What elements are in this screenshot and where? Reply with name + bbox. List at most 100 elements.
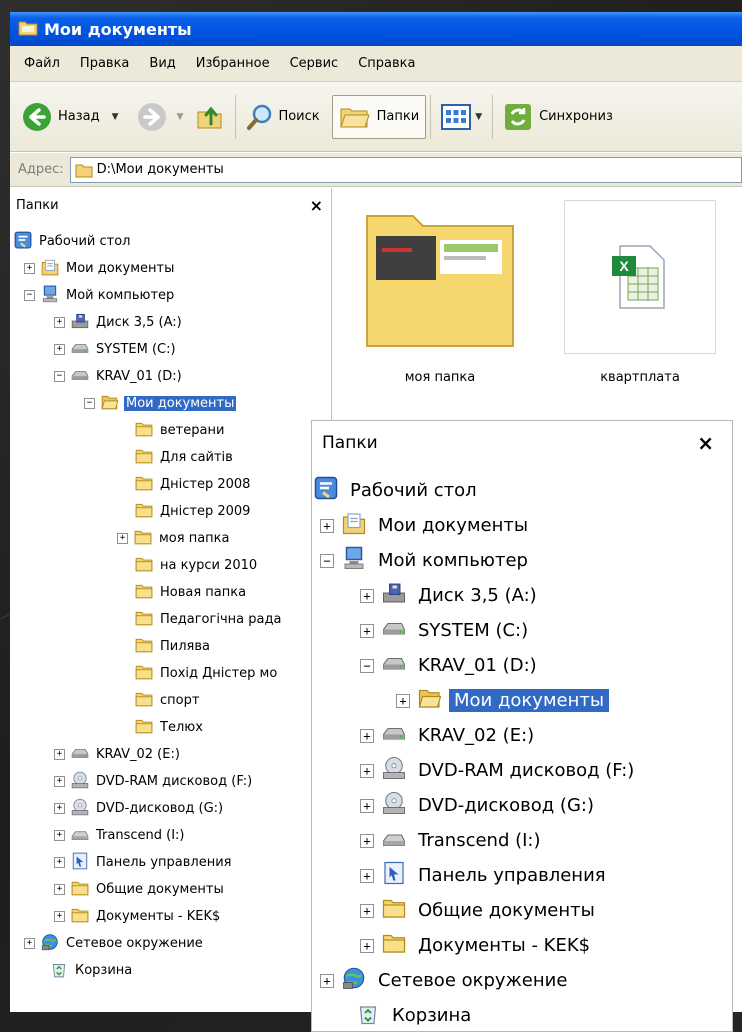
- views-dropdown-icon[interactable]: ▼: [475, 112, 482, 122]
- address-field[interactable]: D:\Мои документы: [69, 156, 742, 183]
- tree-item[interactable]: Дністер 2009: [135, 498, 252, 525]
- expand-icon[interactable]: +: [54, 317, 65, 328]
- tree-item[interactable]: − Мой компьютер: [320, 543, 533, 578]
- tree-item[interactable]: + Мои документы: [24, 255, 176, 282]
- expand-icon[interactable]: +: [54, 344, 65, 355]
- expand-icon[interactable]: +: [320, 973, 334, 988]
- expand-icon[interactable]: +: [24, 263, 35, 274]
- menu-view[interactable]: Вид: [149, 56, 175, 71]
- tree-item[interactable]: + Мои документы: [396, 683, 610, 718]
- tree-item[interactable]: Похід Дністер мо: [135, 660, 279, 687]
- tree-item[interactable]: Корзина: [50, 957, 134, 984]
- file-item-folder[interactable]: моя папка: [355, 200, 525, 385]
- tree-item[interactable]: − KRAV_01 (D:): [360, 648, 542, 683]
- tree-item[interactable]: − KRAV_01 (D:): [54, 363, 184, 390]
- menu-file[interactable]: Файл: [24, 56, 60, 71]
- tree-item[interactable]: + Панель управления: [54, 849, 234, 876]
- tree-item[interactable]: Корзина: [356, 998, 476, 1031]
- up-folder-button[interactable]: [189, 97, 231, 137]
- expand-icon[interactable]: +: [320, 518, 334, 533]
- tree-item[interactable]: Телюх: [135, 714, 205, 741]
- expand-icon[interactable]: +: [360, 623, 374, 638]
- close-icon[interactable]: ×: [310, 196, 323, 215]
- expand-icon[interactable]: +: [54, 911, 65, 922]
- back-button[interactable]: Назад ▼: [16, 97, 125, 137]
- tree-item[interactable]: + Transcend (I:): [360, 823, 546, 858]
- expand-icon[interactable]: +: [360, 728, 374, 743]
- forward-dropdown-icon[interactable]: ▼: [177, 112, 184, 122]
- tree-item[interactable]: Новая папка: [135, 579, 248, 606]
- tree-item[interactable]: + Общие документы: [360, 893, 600, 928]
- expand-icon[interactable]: +: [360, 868, 374, 883]
- tree-item[interactable]: Рабочий стол: [14, 228, 132, 255]
- tree-item[interactable]: + Панель управления: [360, 858, 611, 893]
- tree-item[interactable]: + Transcend (I:): [54, 822, 186, 849]
- menu-tools[interactable]: Сервис: [290, 56, 339, 71]
- tree-item[interactable]: − Мой компьютер: [24, 282, 176, 309]
- excel-file-icon: X: [564, 200, 716, 354]
- search-button[interactable]: Поиск: [240, 97, 325, 137]
- collapse-icon[interactable]: −: [84, 398, 95, 409]
- tree-item[interactable]: Пилява: [135, 633, 212, 660]
- tree-item[interactable]: + Документы - KEK$: [54, 903, 222, 930]
- tree-item[interactable]: + Диск 3,5 (A:): [360, 578, 542, 613]
- expand-icon[interactable]: +: [54, 803, 65, 814]
- collapse-icon[interactable]: −: [360, 658, 374, 673]
- tree-item[interactable]: + SYSTEM (C:): [54, 336, 178, 363]
- tree-item[interactable]: + Диск 3,5 (A:): [54, 309, 184, 336]
- recycle-bin-icon: [50, 960, 68, 982]
- tree-item[interactable]: + Общие документы: [54, 876, 226, 903]
- tree-item[interactable]: + KRAV_02 (E:): [54, 741, 182, 768]
- tree-item[interactable]: + Сетевое окружение: [24, 930, 205, 957]
- expand-icon[interactable]: +: [54, 830, 65, 841]
- expand-icon[interactable]: +: [360, 903, 374, 918]
- close-icon[interactable]: ×: [697, 431, 714, 455]
- tree-item[interactable]: + DVD-дисковод (G:): [54, 795, 225, 822]
- tree-item[interactable]: + Сетевое окружение: [320, 963, 572, 998]
- tree-item[interactable]: Рабочий стол: [314, 473, 482, 508]
- expand-icon[interactable]: +: [54, 749, 65, 760]
- folders-button[interactable]: Папки: [331, 94, 427, 139]
- collapse-icon[interactable]: −: [320, 553, 334, 568]
- tree-item[interactable]: + DVD-RAM дисковод (F:): [360, 753, 639, 788]
- expand-icon[interactable]: +: [54, 776, 65, 787]
- tree-item[interactable]: + Мои документы: [320, 508, 533, 543]
- expand-icon[interactable]: +: [117, 533, 128, 544]
- expand-icon[interactable]: +: [360, 938, 374, 953]
- views-button[interactable]: ▼: [435, 97, 488, 137]
- forward-button[interactable]: ▼: [131, 97, 190, 137]
- tree-item[interactable]: Педагогічна рада: [135, 606, 283, 633]
- tree-item[interactable]: + моя папка: [117, 525, 232, 552]
- menu-favorites[interactable]: Избранное: [196, 56, 270, 71]
- collapse-icon[interactable]: −: [54, 371, 65, 382]
- expand-icon[interactable]: +: [396, 693, 410, 708]
- sync-button[interactable]: Синхрониз: [497, 97, 619, 137]
- menu-edit[interactable]: Правка: [80, 56, 129, 71]
- expand-icon[interactable]: +: [54, 884, 65, 895]
- expand-icon[interactable]: +: [360, 798, 374, 813]
- tree-item[interactable]: − Мои документы: [84, 390, 237, 417]
- file-item-excel[interactable]: X квартплата: [555, 200, 725, 385]
- expand-icon[interactable]: +: [360, 833, 374, 848]
- collapse-icon[interactable]: −: [24, 290, 35, 301]
- expand-icon[interactable]: +: [54, 857, 65, 868]
- tree-item[interactable]: спорт: [135, 687, 201, 714]
- tree-item-label: Панель управления: [96, 855, 232, 870]
- tree-item[interactable]: + SYSTEM (C:): [360, 613, 533, 648]
- tree-item[interactable]: Для сайтів: [135, 444, 235, 471]
- tree-item[interactable]: + DVD-дисковод (G:): [360, 788, 599, 823]
- title-bar[interactable]: Мои документы: [10, 12, 742, 46]
- tree-item[interactable]: на курси 2010: [135, 552, 259, 579]
- expand-icon[interactable]: +: [360, 763, 374, 778]
- expand-icon[interactable]: +: [24, 938, 35, 949]
- tree-item[interactable]: + Документы - KEK$: [360, 928, 595, 963]
- tree-item[interactable]: Дністер 2008: [135, 471, 252, 498]
- tree-item[interactable]: + DVD-RAM дисковод (F:): [54, 768, 254, 795]
- folders-pane-header: Папки ×: [10, 188, 331, 222]
- back-dropdown-icon[interactable]: ▼: [112, 112, 119, 122]
- expand-icon[interactable]: +: [360, 588, 374, 603]
- tree-item[interactable]: ветерани: [135, 417, 226, 444]
- folder-thumbnail-icon: [364, 200, 516, 350]
- menu-help[interactable]: Справка: [358, 56, 415, 71]
- tree-item[interactable]: + KRAV_02 (E:): [360, 718, 539, 753]
